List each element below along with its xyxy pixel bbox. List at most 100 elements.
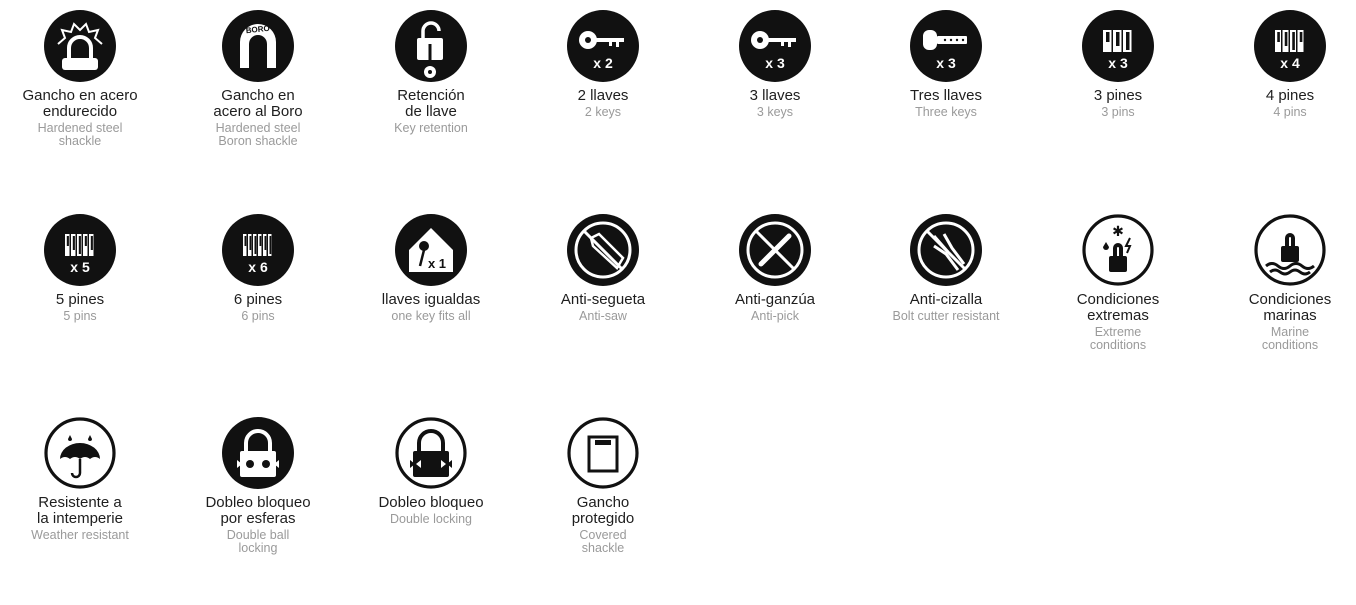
label-en-line: 4 pins [1273, 105, 1307, 119]
feature-label-es: 3 llaves [689, 88, 861, 104]
label-es-line: llaves igualdas [381, 291, 481, 308]
label-es-line: Gancho [576, 494, 630, 511]
label-en-line: Three keys [915, 105, 977, 119]
label-en-line: Bolt cutter resistant [892, 309, 1000, 323]
label-es-line: endurecido [42, 103, 118, 120]
label-es-line: extremas [1087, 307, 1149, 324]
feature-tile-double-ball-locking: Dobleo bloqueo por esferas Double ball lock… [172, 415, 344, 554]
label-es-line: Resistente a [38, 494, 122, 511]
label-es-line: de llave [405, 103, 457, 120]
feature-label-es: Resistente a la intemperie [0, 495, 166, 527]
label-en-line: Weather resistant [31, 528, 129, 542]
label-en-line: Covered [579, 528, 627, 542]
feature-icon-grid: Gancho en acero endurecido Hardened steel s… [0, 0, 1356, 605]
label-en-line: Double locking [390, 512, 472, 526]
label-es-line: Condiciones [1248, 291, 1332, 308]
feature-label-es: llaves igualdas [345, 292, 517, 308]
three-dimple-keys-icon: x 3 [860, 8, 1032, 84]
label-es-line: Gancho en acero [22, 87, 138, 104]
label-en-line: Hardened steel [37, 121, 123, 135]
weather-resistant-icon [0, 415, 166, 491]
label-en-line: 3 pins [1101, 105, 1135, 119]
svg-text:x 3: x 3 [936, 55, 956, 71]
feature-tile-five-pins: x 5 5 pines 5 pins [0, 212, 166, 323]
feature-tile-boron-shackle: BORO Gancho en acero al Boro Hardened steel… [172, 8, 344, 147]
label-es-line: por esferas [220, 510, 296, 527]
feature-label-en: Anti-pick [689, 310, 861, 323]
feature-label-en: one key fits all [345, 310, 517, 323]
svg-text:x 4: x 4 [1280, 55, 1300, 71]
feature-label-en: Anti-saw [517, 310, 689, 323]
feature-label-en: 4 pins [1204, 106, 1356, 119]
label-es-line: 6 pines [233, 291, 283, 308]
feature-tile-covered-shackle: Gancho protegido Covered shackle [517, 415, 689, 554]
label-en-line: one key fits all [391, 309, 471, 323]
feature-tile-three-pins: x 3 3 pines 3 pins [1032, 8, 1204, 119]
boron-shackle-icon: BORO [172, 8, 344, 84]
label-en-line: Key retention [394, 121, 468, 135]
feature-tile-six-pins: x 6 6 pines 6 pins [172, 212, 344, 323]
label-en-line: Extreme [1094, 325, 1142, 339]
label-es-line: la intemperie [37, 510, 123, 527]
label-en-line: Anti-saw [579, 309, 627, 323]
feature-label-es: Gancho en acero endurecido [0, 88, 166, 120]
label-es-line: Condiciones [1076, 291, 1160, 308]
feature-tile-marine-conditions: Condiciones marinas Marine conditions [1204, 212, 1356, 351]
label-es-line: Anti-segueta [560, 291, 646, 308]
feature-label-es: Condiciones marinas [1204, 292, 1356, 324]
feature-label-es: Dobleo bloqueo por esferas [172, 495, 344, 527]
label-es-line: Dobleo bloqueo [378, 494, 484, 511]
label-es-line: Tres llaves [910, 87, 982, 104]
feature-label-es: 6 pines [172, 292, 344, 308]
feature-label-es: 3 pines [1032, 88, 1204, 104]
double-ball-locking-icon [172, 415, 344, 491]
three-keys-icon: x 3 [689, 8, 861, 84]
label-en-line: conditions [1089, 337, 1147, 352]
marine-conditions-icon [1204, 212, 1356, 288]
label-es-line: 4 pines [1265, 87, 1315, 104]
two-keys-icon: x 2 [517, 8, 689, 84]
label-en-line: conditions [1261, 337, 1319, 352]
double-locking-icon [345, 415, 517, 491]
label-en-line: locking [238, 540, 278, 555]
feature-label-es: Anti-ganzúa [689, 292, 861, 308]
feature-label-es: Dobleo bloqueo [345, 495, 517, 511]
feature-label-es: Retención de llave [345, 88, 517, 120]
feature-tile-double-locking: Dobleo bloqueo Double locking [345, 415, 517, 526]
feature-tile-three-dimple-keys: x 3 Tres llaves Three keys [860, 8, 1032, 119]
feature-label-en: Extreme conditions [1032, 326, 1204, 351]
label-es-line: Retención [397, 87, 465, 104]
feature-label-en: Three keys [860, 106, 1032, 119]
label-es-line: marinas [1263, 307, 1317, 324]
feature-tile-three-keys: x 3 3 llaves 3 keys [689, 8, 861, 119]
feature-label-es: Gancho en acero al Boro [172, 88, 344, 120]
svg-text:x 1: x 1 [428, 256, 446, 271]
label-es-line: Anti-ganzúa [734, 291, 816, 308]
feature-label-en: 5 pins [0, 310, 166, 323]
feature-label-en: Marine conditions [1204, 326, 1356, 351]
label-en-line: Double ball [226, 528, 290, 542]
feature-label-en: Hardened steel shackle [0, 122, 166, 147]
label-es-line: 3 pines [1093, 87, 1143, 104]
anti-pick-icon [689, 212, 861, 288]
feature-label-en: Covered shackle [517, 529, 689, 554]
svg-text:x 2: x 2 [593, 55, 613, 71]
label-es-line: protegido [571, 510, 635, 527]
feature-label-es: 2 llaves [517, 88, 689, 104]
anti-saw-icon [517, 212, 689, 288]
three-pins-icon: x 3 [1032, 8, 1204, 84]
feature-label-en: Double locking [345, 513, 517, 526]
label-es-line: Gancho en [221, 87, 295, 104]
feature-tile-weather-resistant: Resistente a la intemperie Weather resista… [0, 415, 166, 542]
key-retention-icon [345, 8, 517, 84]
label-en-line: shackle [581, 540, 625, 555]
label-es-line: 5 pines [55, 291, 105, 308]
feature-tile-anti-saw: Anti-segueta Anti-saw [517, 212, 689, 323]
label-es-line: Dobleo bloqueo [205, 494, 311, 511]
four-pins-icon: x 4 [1204, 8, 1356, 84]
feature-tile-keyed-alike: x 1 llaves igualdas one key fits all [345, 212, 517, 323]
label-en-line: Anti-pick [751, 309, 799, 323]
label-en-line: Hardened steel [215, 121, 301, 135]
feature-label-en: Key retention [345, 122, 517, 135]
feature-label-es: Condiciones extremas [1032, 292, 1204, 324]
